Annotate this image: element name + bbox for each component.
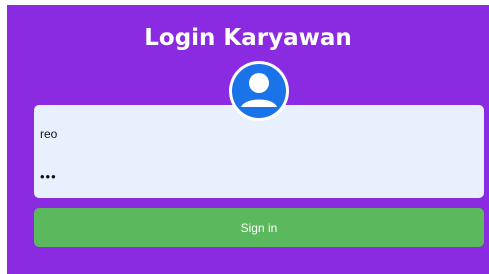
user-avatar-icon <box>232 64 286 118</box>
sign-in-button[interactable]: Sign in <box>34 208 484 247</box>
username-field[interactable] <box>40 123 470 145</box>
password-field[interactable] <box>40 165 470 187</box>
avatar <box>229 61 289 121</box>
page-frame: Login Karyawan Sign in <box>0 0 489 274</box>
login-panel: Login Karyawan Sign in <box>7 5 489 274</box>
page-title: Login Karyawan <box>144 25 352 51</box>
